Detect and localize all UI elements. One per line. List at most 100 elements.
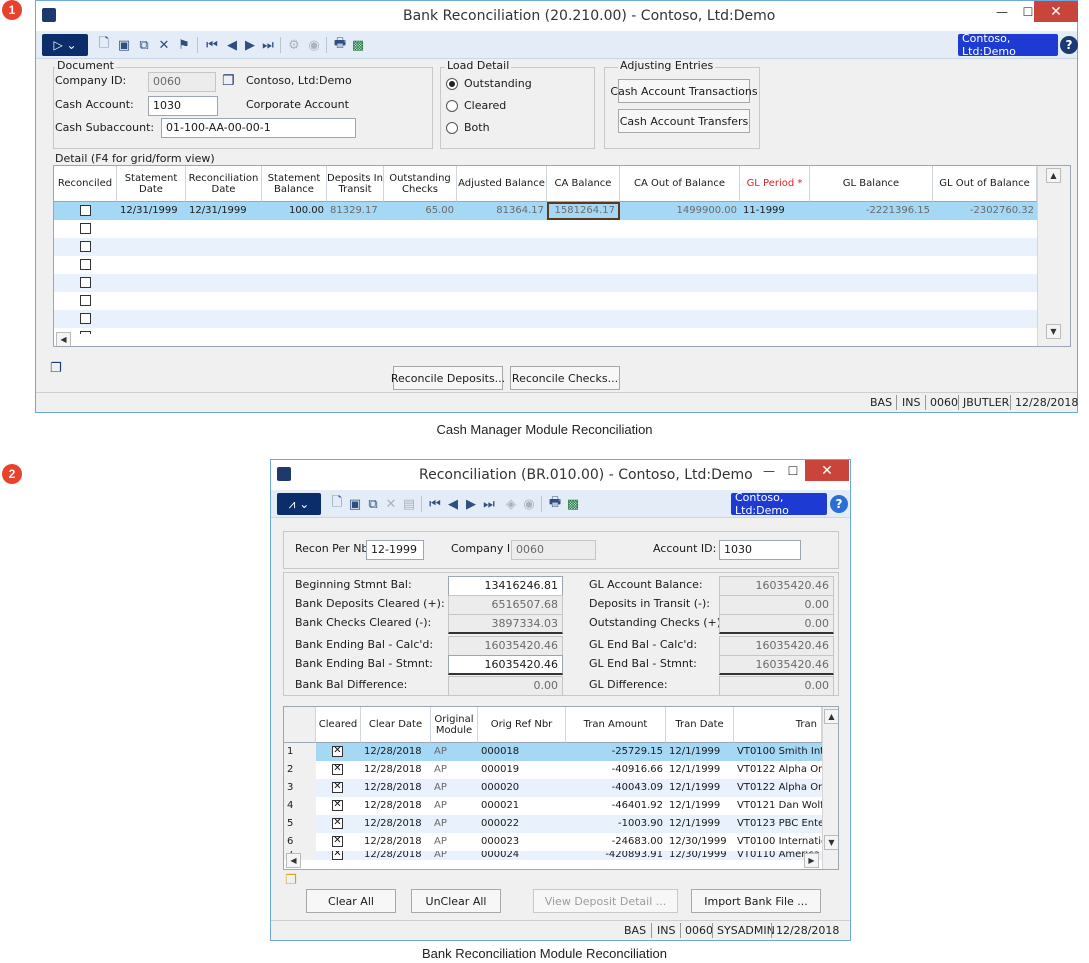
delete-line-icon[interactable]: ◉ [521, 496, 537, 512]
column-header[interactable]: Statement Balance [262, 166, 327, 202]
clear-date-cell[interactable]: 12/28/2018 [361, 761, 431, 779]
table-row[interactable] [54, 256, 1070, 274]
cleared-checkbox[interactable] [332, 817, 343, 829]
column-header[interactable]: Tran [734, 707, 822, 743]
help-icon[interactable]: ? [830, 495, 848, 513]
table-row[interactable] [54, 328, 1070, 334]
column-header[interactable]: Original Module [431, 707, 478, 743]
scroll-down-icon[interactable]: ▼ [824, 835, 838, 850]
form-view-icon[interactable]: ❐ [285, 873, 297, 888]
statement-balance-cell[interactable]: 100.00 [262, 202, 327, 220]
column-header[interactable]: CA Balance [547, 166, 620, 202]
column-header[interactable]: Orig Ref Nbr [478, 707, 566, 743]
beginning-stmnt-bal-field[interactable]: 13416246.81 [448, 576, 563, 596]
account-id-field[interactable]: 1030 [719, 540, 801, 560]
column-header[interactable]: Outstanding Checks [384, 166, 457, 202]
navigation-menu-button[interactable]: ▷ ⌄ [42, 34, 88, 56]
reconcile-deposits-button[interactable]: Reconcile Deposits... [391, 366, 505, 390]
close-icon[interactable]: ✕ [1034, 1, 1078, 22]
table-row[interactable] [54, 310, 1070, 328]
previous-record-icon[interactable]: ◀ [224, 37, 240, 53]
statement-date-cell[interactable]: 12/31/1999 [117, 202, 186, 220]
navigation-menu-button[interactable]: ⩘ ⌄ [277, 493, 321, 515]
vertical-scrollbar[interactable]: ▲ ▼ [822, 707, 838, 869]
clear-date-cell[interactable]: 12/28/2018 [361, 851, 431, 860]
help-icon[interactable]: ? [1060, 36, 1078, 54]
clear-all-button[interactable]: Clear All [306, 889, 396, 913]
cleared-radio[interactable] [446, 100, 458, 112]
minimize-icon[interactable]: — [988, 1, 1016, 22]
column-header[interactable]: Reconciled [54, 166, 117, 202]
cash-account-transactions-button[interactable]: Cash Account Transactions [610, 79, 758, 103]
bank-ending-stmnt-field[interactable]: 16035420.46 [448, 655, 563, 675]
outstanding-radio[interactable] [446, 78, 458, 90]
company-lookup-icon[interactable]: ❐ [222, 73, 235, 89]
table-row[interactable]: 7 12/28/2018 AP 000024 -420893.91 12/30/… [284, 851, 838, 860]
cancel-icon[interactable]: ▤ [401, 496, 417, 512]
insert-line-icon[interactable]: ◈ [503, 496, 519, 512]
last-record-icon[interactable]: ⏭ [481, 496, 497, 512]
table-row[interactable]: 6 12/28/2018 AP 000023 -24683.00 12/30/1… [284, 833, 838, 851]
column-header[interactable]: Statement Date [117, 166, 186, 202]
scroll-left-icon[interactable]: ◀ [56, 332, 71, 346]
cleared-checkbox[interactable] [332, 763, 343, 775]
next-record-icon[interactable]: ▶ [242, 37, 258, 53]
cleared-checkbox[interactable] [332, 835, 343, 847]
cleared-checkbox[interactable] [332, 781, 343, 793]
import-bank-file-button[interactable]: Import Bank File ... [691, 889, 821, 913]
reconciled-checkbox[interactable] [80, 223, 91, 234]
column-header[interactable]: Adjusted Balance [457, 166, 547, 202]
cleared-checkbox[interactable] [332, 851, 343, 860]
cancel-icon[interactable]: ⚑ [176, 37, 192, 53]
cash-account-field[interactable]: 1030 [148, 96, 218, 116]
both-radio[interactable] [446, 122, 458, 134]
reconciled-checkbox[interactable] [80, 331, 91, 334]
company-button[interactable]: Contoso, Ltd:Demo [731, 491, 827, 517]
table-row[interactable]: 3 12/28/2018 AP 000020 -40043.09 12/1/19… [284, 779, 838, 797]
vertical-scrollbar[interactable]: ▲ ▼ [1037, 166, 1070, 346]
company-id-field[interactable]: 0060 [148, 72, 216, 92]
gl-period-cell[interactable]: 11-1999 [740, 202, 810, 220]
customize-icon[interactable]: ⚙ [286, 37, 302, 53]
new-icon[interactable]: 🗋 [329, 495, 345, 512]
column-header[interactable]: Tran Amount [566, 707, 666, 743]
recon-per-nbr-field[interactable]: 12-1999 [366, 540, 424, 560]
reconciled-checkbox[interactable] [80, 277, 91, 288]
next-record-icon[interactable]: ▶ [463, 496, 479, 512]
scroll-up-icon[interactable]: ▲ [1046, 168, 1061, 183]
save-close-icon[interactable]: ⧉ [136, 37, 152, 53]
column-header[interactable]: Reconciliation Date [186, 166, 262, 202]
delete-icon[interactable]: ✕ [156, 37, 172, 53]
clear-date-cell[interactable]: 12/28/2018 [361, 743, 431, 761]
reconcile-checks-button[interactable]: Reconcile Checks... [510, 366, 620, 390]
column-header[interactable]: Tran Date [666, 707, 734, 743]
column-header[interactable]: CA Out of Balance [620, 166, 740, 202]
last-record-icon[interactable]: ⏭ [260, 37, 276, 53]
new-icon[interactable]: 🗋 [96, 36, 112, 53]
cash-subaccount-field[interactable]: 01-100-AA-00-00-1 [161, 118, 356, 138]
save-close-icon[interactable]: ⧉ [365, 496, 381, 512]
table-row[interactable] [54, 292, 1070, 310]
cleared-checkbox[interactable] [332, 745, 343, 757]
table-row[interactable] [54, 238, 1070, 256]
first-record-icon[interactable]: ⏮ [204, 37, 220, 53]
table-row[interactable]: 12/31/1999 12/31/1999 100.00 81329.17 65… [54, 202, 1070, 220]
company-button[interactable]: Contoso, Ltd:Demo [958, 32, 1058, 58]
clear-date-cell[interactable]: 12/28/2018 [361, 797, 431, 815]
excel-icon[interactable]: ▩ [565, 496, 581, 512]
column-header[interactable]: GL Period * [740, 166, 810, 202]
table-row[interactable]: 5 12/28/2018 AP 000022 -1003.90 12/1/199… [284, 815, 838, 833]
table-row[interactable]: 1 12/28/2018 AP 000018 -25729.15 12/1/19… [284, 743, 838, 761]
scroll-down-icon[interactable]: ▼ [1046, 324, 1061, 339]
excel-icon[interactable]: ▩ [350, 37, 366, 53]
reconciled-checkbox[interactable] [80, 205, 91, 216]
table-row[interactable] [54, 274, 1070, 292]
cleared-checkbox[interactable] [332, 799, 343, 811]
clear-date-cell[interactable]: 12/28/2018 [361, 815, 431, 833]
column-header[interactable]: Cleared [316, 707, 361, 743]
clear-date-cell[interactable]: 12/28/2018 [361, 779, 431, 797]
scroll-up-icon[interactable]: ▲ [824, 709, 838, 724]
reconciliation-date-cell[interactable]: 12/31/1999 [186, 202, 262, 220]
reconciled-checkbox[interactable] [80, 313, 91, 324]
column-header[interactable]: Clear Date [361, 707, 431, 743]
